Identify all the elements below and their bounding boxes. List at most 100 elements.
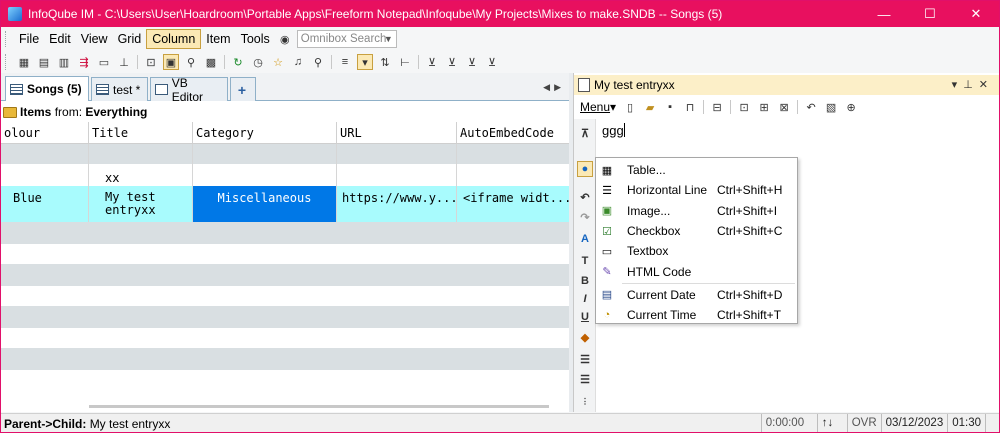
- menu-tools[interactable]: Tools: [236, 30, 275, 48]
- monitor-icon[interactable]: ▭: [96, 54, 112, 70]
- toolbar-grip[interactable]: [5, 31, 8, 47]
- menu-column[interactable]: Column: [146, 29, 202, 49]
- menu-view[interactable]: View: [76, 30, 113, 48]
- pin-icon[interactable]: ⊥: [116, 54, 132, 70]
- zoom-icon[interactable]: ⊕: [843, 99, 859, 115]
- pane-controls[interactable]: ▾⊥✕: [952, 78, 994, 91]
- print-icon[interactable]: ⊟: [709, 99, 725, 115]
- minimize-button[interactable]: —: [861, 1, 907, 27]
- table-row[interactable]: [1, 144, 569, 164]
- menu-item-current-time[interactable]: ◔ Current Time Ctrl+Shift+T: [596, 305, 797, 325]
- close-button[interactable]: ✕: [953, 1, 999, 27]
- cell-category[interactable]: [193, 144, 337, 164]
- bulleted-list-icon[interactable]: ☰: [577, 351, 593, 367]
- filter-d-icon[interactable]: ⊻: [464, 54, 480, 70]
- editor-content[interactable]: ggg: [602, 123, 624, 138]
- rich-text-editor[interactable]: ggg: [602, 123, 625, 138]
- cell-title[interactable]: [89, 144, 193, 164]
- font-color-icon[interactable]: A: [577, 231, 593, 247]
- toolbar-grip[interactable]: [5, 54, 8, 70]
- document-pane-icon[interactable]: ▣: [163, 54, 179, 70]
- menu-file[interactable]: File: [14, 30, 44, 48]
- align-icon[interactable]: ≡: [337, 54, 353, 70]
- cell-url[interactable]: [337, 144, 457, 164]
- menu-grid[interactable]: Grid: [113, 30, 147, 48]
- document-menu-button[interactable]: Menu▾: [580, 100, 616, 114]
- grid-options-icon[interactable]: ▤: [36, 54, 52, 70]
- expand-icon[interactable]: ⊠: [776, 99, 792, 115]
- omnibox-search-input[interactable]: Omnibox Search ▼: [296, 30, 397, 48]
- save-icon[interactable]: ▪: [662, 99, 678, 115]
- insert-icon[interactable]: ●: [577, 161, 593, 177]
- tab-vb-editor[interactable]: VB Editor: [150, 76, 228, 104]
- up-down-arrows-icon[interactable]: ↑↓: [816, 414, 847, 432]
- col-header-title[interactable]: Title: [89, 122, 193, 144]
- grid-settings-icon[interactable]: ▥: [56, 54, 72, 70]
- cell-colour[interactable]: Blue: [1, 186, 89, 222]
- outline-icon[interactable]: ⊢: [397, 54, 413, 70]
- column-filter-icon[interactable]: ▾: [357, 54, 373, 70]
- menu-item-textbox[interactable]: ▭ Textbox: [596, 241, 797, 261]
- filter-h-icon[interactable]: ⊻: [484, 54, 500, 70]
- link-icon[interactable]: ⚲: [183, 54, 199, 70]
- col-header-url[interactable]: URL: [337, 122, 457, 144]
- maximize-button[interactable]: ☐: [907, 1, 953, 27]
- col-header-colour[interactable]: olour: [1, 122, 89, 144]
- properties-icon[interactable]: ▩: [203, 54, 219, 70]
- cell-url[interactable]: [337, 164, 457, 186]
- favorite-star-icon[interactable]: ☆: [270, 54, 286, 70]
- tab-scroll-arrows[interactable]: ◀▶: [543, 82, 565, 93]
- refresh-icon[interactable]: ↻: [230, 54, 246, 70]
- fill-color-icon[interactable]: ◆: [577, 329, 593, 345]
- filter-c-icon[interactable]: ⊻: [424, 54, 440, 70]
- numbered-list-icon[interactable]: ☰: [577, 371, 593, 387]
- sort-columns-icon[interactable]: ⇅: [377, 54, 393, 70]
- horizontal-scrollbar[interactable]: [89, 405, 549, 408]
- find-icon[interactable]: ⊞: [756, 99, 772, 115]
- menu-item[interactable]: Item: [201, 30, 235, 48]
- menu-item-checkbox[interactable]: ☑ Checkbox Ctrl+Shift+C: [596, 221, 797, 241]
- italic-icon[interactable]: I: [577, 291, 593, 307]
- menu-item-table[interactable]: ▦ Table...: [596, 160, 797, 180]
- cell-category[interactable]: [193, 164, 337, 186]
- resize-grip-icon[interactable]: [985, 414, 999, 432]
- menu-item-current-date[interactable]: ▤ Current Date Ctrl+Shift+D: [596, 285, 797, 305]
- menu-item-image[interactable]: ▣ Image... Ctrl+Shift+I: [596, 201, 797, 221]
- more-tools-icon[interactable]: ⋮: [577, 393, 593, 409]
- hierarchy-icon[interactable]: ⇶: [76, 54, 92, 70]
- spellcheck-icon[interactable]: ⊼: [577, 125, 593, 141]
- undo-icon[interactable]: ↶: [803, 99, 819, 115]
- clock-icon[interactable]: ◷: [250, 54, 266, 70]
- add-tab-button[interactable]: +: [230, 77, 256, 101]
- table-row-selected[interactable]: Blue My test entryxx Miscellaneous https…: [1, 186, 569, 222]
- new-document-icon[interactable]: ▯: [622, 99, 638, 115]
- undo-side-icon[interactable]: ↶: [577, 189, 593, 205]
- redo-side-icon[interactable]: ↷: [577, 209, 593, 225]
- chevron-down-icon[interactable]: ▼: [384, 31, 393, 47]
- filter-a-icon[interactable]: ⊻: [444, 54, 460, 70]
- tab-songs[interactable]: Songs (5): [5, 76, 89, 101]
- col-header-category[interactable]: Category: [193, 122, 337, 144]
- cell-title[interactable]: My test entryxx: [89, 186, 193, 222]
- tab-test[interactable]: test *: [91, 77, 148, 101]
- bell-icon[interactable]: ♫: [290, 54, 306, 70]
- cell-embed[interactable]: [457, 144, 569, 164]
- text-style-icon[interactable]: T: [577, 253, 593, 269]
- paste-icon[interactable]: ▧: [823, 99, 839, 115]
- underline-icon[interactable]: U: [577, 309, 593, 325]
- cell-colour[interactable]: [1, 164, 89, 186]
- search-icon[interactable]: ⚲: [310, 54, 326, 70]
- binoculars-icon[interactable]: ◉: [277, 31, 293, 47]
- table-row[interactable]: xx: [1, 164, 569, 186]
- cell-url[interactable]: https://www.y...: [337, 186, 457, 222]
- lock-icon[interactable]: ⊓: [682, 99, 698, 115]
- open-folder-icon[interactable]: ▰: [642, 99, 658, 115]
- menu-edit[interactable]: Edit: [44, 30, 76, 48]
- col-header-autoembed[interactable]: AutoEmbedCode: [457, 122, 569, 144]
- print-preview-icon[interactable]: ⊡: [736, 99, 752, 115]
- cell-colour[interactable]: [1, 144, 89, 164]
- bold-icon[interactable]: B: [577, 273, 593, 289]
- menu-item-horizontal-line[interactable]: ☰ Horizontal Line Ctrl+Shift+H: [596, 180, 797, 200]
- cell-embed[interactable]: [457, 164, 569, 186]
- cell-category-selected[interactable]: Miscellaneous: [193, 186, 337, 222]
